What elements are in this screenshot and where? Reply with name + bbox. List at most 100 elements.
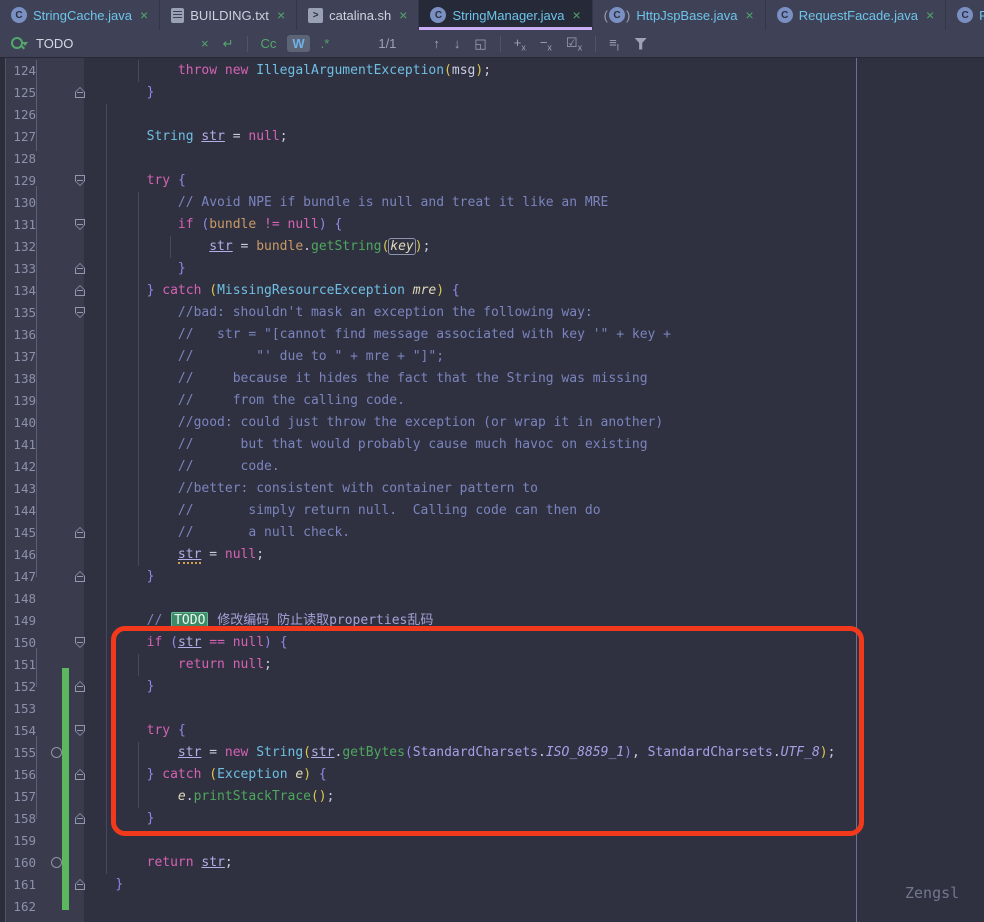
regex-toggle[interactable]: .*	[321, 36, 330, 51]
code-text[interactable]: // a null check.	[84, 522, 350, 544]
tab-stringcache-java[interactable]: CStringCache.java×	[0, 0, 160, 30]
in-selection-toggle[interactable]: ◱	[474, 36, 486, 52]
line-number[interactable]: 128	[0, 148, 44, 170]
tab-httpjspbase-java[interactable]: (C)HttpJspBase.java×	[593, 0, 766, 30]
line-number[interactable]: 124	[0, 60, 44, 82]
line-number[interactable]: 153	[0, 698, 44, 720]
newline-icon[interactable]: ↵	[223, 36, 234, 52]
code-text[interactable]: str = null;	[84, 544, 264, 566]
line-number[interactable]: 138	[0, 368, 44, 390]
prev-match-button[interactable]: ↑	[433, 36, 440, 51]
code-text[interactable]: // simply return null. Calling code can …	[84, 500, 601, 522]
code-text[interactable]: // str = "[cannot find message associate…	[84, 324, 671, 346]
fold-collapse-icon[interactable]	[75, 879, 85, 890]
code-editor[interactable]: 124 throw new IllegalArgumentException(m…	[0, 58, 984, 922]
code-text[interactable]: throw new IllegalArgumentException(msg);	[84, 60, 491, 82]
line-number[interactable]: 126	[0, 104, 44, 126]
fold-expand-icon[interactable]	[75, 637, 85, 648]
line-number[interactable]: 148	[0, 588, 44, 610]
line-number[interactable]: 154	[0, 720, 44, 742]
line-number[interactable]: 133	[0, 258, 44, 280]
tab-request-java[interactable]: CRequest.java×	[946, 0, 984, 30]
search-context-icon[interactable]: ≡I	[609, 35, 619, 53]
fold-collapse-icon[interactable]	[75, 681, 85, 692]
line-number[interactable]: 150	[0, 632, 44, 654]
code-text[interactable]: // Avoid NPE if bundle is null and treat…	[84, 192, 608, 214]
line-number[interactable]: 155	[0, 742, 44, 764]
line-number[interactable]: 162	[0, 896, 44, 918]
code-text[interactable]: }	[84, 258, 186, 280]
line-number[interactable]: 134	[0, 280, 44, 302]
code-text[interactable]: if (bundle != null) {	[84, 214, 342, 236]
code-text[interactable]: }	[84, 874, 123, 896]
close-tab-icon[interactable]: ×	[572, 8, 580, 22]
fold-collapse-icon[interactable]	[75, 813, 85, 824]
line-number[interactable]: 147	[0, 566, 44, 588]
code-text[interactable]: String str = null;	[84, 126, 288, 148]
next-match-button[interactable]: ↓	[454, 36, 461, 51]
fold-collapse-icon[interactable]	[75, 769, 85, 780]
words-toggle[interactable]: W	[287, 35, 309, 52]
code-text[interactable]: try {	[84, 170, 186, 192]
filter-icon[interactable]	[634, 38, 647, 50]
line-number[interactable]: 129	[0, 170, 44, 192]
line-number[interactable]: 130	[0, 192, 44, 214]
line-number[interactable]: 156	[0, 764, 44, 786]
code-text[interactable]: }	[84, 566, 154, 588]
fold-collapse-icon[interactable]	[75, 285, 85, 296]
code-text[interactable]: // because it hides the fact that the St…	[84, 368, 648, 390]
tab-requestfacade-java[interactable]: CRequestFacade.java×	[766, 0, 946, 30]
close-tab-icon[interactable]: ×	[399, 8, 407, 22]
fold-expand-icon[interactable]	[75, 219, 85, 230]
add-occurrence-icon[interactable]: +x	[514, 35, 526, 53]
fold-expand-icon[interactable]	[75, 725, 85, 736]
fold-collapse-icon[interactable]	[75, 263, 85, 274]
code-text[interactable]: //good: could just throw the exception (…	[84, 412, 663, 434]
fold-collapse-icon[interactable]	[75, 527, 85, 538]
line-number[interactable]: 152	[0, 676, 44, 698]
fold-expand-icon[interactable]	[75, 175, 85, 186]
line-number[interactable]: 157	[0, 786, 44, 808]
line-number[interactable]: 135	[0, 302, 44, 324]
line-number[interactable]: 132	[0, 236, 44, 258]
line-number[interactable]: 140	[0, 412, 44, 434]
code-text[interactable]: // from the calling code.	[84, 390, 405, 412]
line-number[interactable]: 125	[0, 82, 44, 104]
close-tab-icon[interactable]: ×	[926, 8, 934, 22]
code-text[interactable]: //better: consistent with container patt…	[84, 478, 538, 500]
code-text[interactable]: //bad: shouldn't mask an exception the f…	[84, 302, 593, 324]
line-number[interactable]: 142	[0, 456, 44, 478]
line-number[interactable]: 145	[0, 522, 44, 544]
line-number[interactable]: 144	[0, 500, 44, 522]
line-number[interactable]: 131	[0, 214, 44, 236]
fold-expand-icon[interactable]	[75, 307, 85, 318]
line-number[interactable]: 160	[0, 852, 44, 874]
line-number[interactable]: 146	[0, 544, 44, 566]
line-number[interactable]: 158	[0, 808, 44, 830]
line-number[interactable]: 143	[0, 478, 44, 500]
search-input[interactable]: TODO	[36, 36, 194, 51]
code-text[interactable]: return str;	[84, 852, 233, 874]
line-number[interactable]: 159	[0, 830, 44, 852]
line-number[interactable]: 127	[0, 126, 44, 148]
close-tab-icon[interactable]: ×	[277, 8, 285, 22]
line-number[interactable]: 136	[0, 324, 44, 346]
line-number[interactable]: 161	[0, 874, 44, 896]
close-tab-icon[interactable]: ×	[746, 8, 754, 22]
line-number[interactable]: 137	[0, 346, 44, 368]
code-text[interactable]: }	[84, 82, 154, 104]
code-text[interactable]: // "' due to " + mre + "]";	[84, 346, 444, 368]
fold-collapse-icon[interactable]	[75, 571, 85, 582]
tab-building-txt[interactable]: BUILDING.txt×	[160, 0, 297, 30]
fold-collapse-icon[interactable]	[75, 87, 85, 98]
code-text[interactable]: // but that would probably cause much ha…	[84, 434, 648, 456]
line-number[interactable]: 151	[0, 654, 44, 676]
tab-stringmanager-java[interactable]: CStringManager.java×	[419, 0, 592, 30]
close-tab-icon[interactable]: ×	[140, 8, 148, 22]
select-all-occurrences-icon[interactable]: ☑x	[566, 35, 582, 53]
code-text[interactable]: } catch (MissingResourceException mre) {	[84, 280, 460, 302]
code-text[interactable]: str = bundle.getString(key);	[84, 236, 430, 258]
tab-catalina-sh[interactable]: >catalina.sh×	[297, 0, 419, 30]
line-number[interactable]: 139	[0, 390, 44, 412]
line-number[interactable]: 141	[0, 434, 44, 456]
